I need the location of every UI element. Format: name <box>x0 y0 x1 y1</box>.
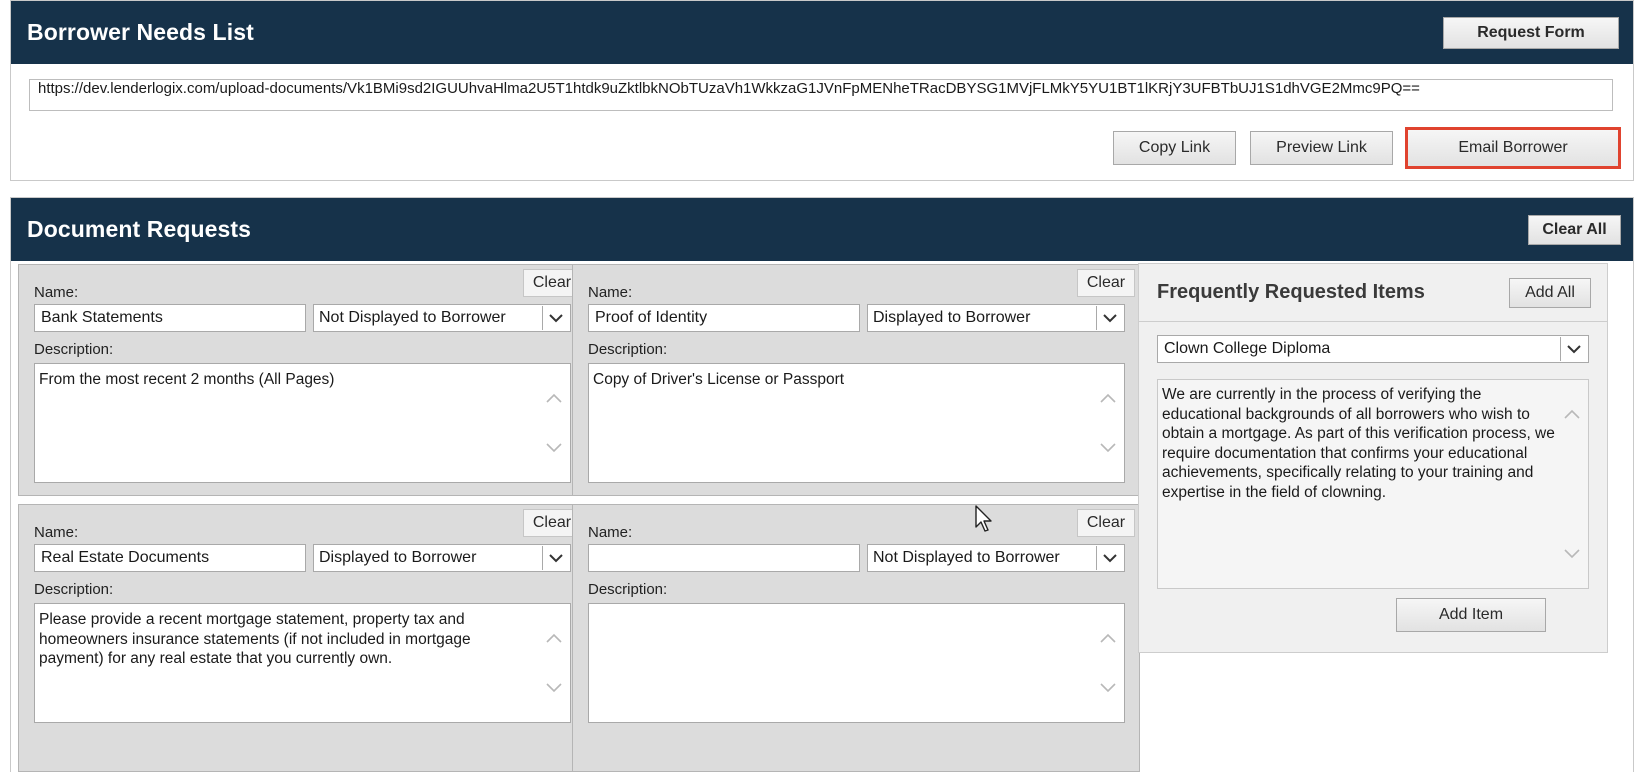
email-borrower-button[interactable]: Email Borrower <box>1405 127 1621 169</box>
scroll-down-icon[interactable] <box>544 678 564 698</box>
visibility-select[interactable]: Not Displayed to Borrower <box>313 304 571 332</box>
visibility-select-value: Not Displayed to Borrower <box>873 549 1060 566</box>
name-label: Name: <box>34 524 79 541</box>
scroll-up-icon[interactable] <box>1562 404 1582 424</box>
borrower-needs-title: Borrower Needs List <box>27 19 254 45</box>
mouse-pointer-icon <box>975 505 995 538</box>
scroll-down-icon[interactable] <box>1562 544 1582 564</box>
chevron-down-icon[interactable] <box>1560 337 1587 361</box>
card-clear-button[interactable]: Clear <box>1077 509 1135 537</box>
description-label: Description: <box>34 341 114 358</box>
card-clear-button[interactable]: Clear <box>1077 269 1135 297</box>
scroll-down-icon[interactable] <box>1098 678 1118 698</box>
link-actions: Copy Link Preview Link Email Borrower <box>1113 127 1621 169</box>
name-label: Name: <box>34 284 79 301</box>
description-text: Copy of Driver's License or Passport <box>593 371 845 388</box>
add-all-button[interactable]: Add All <box>1509 277 1591 308</box>
copy-link-button[interactable]: Copy Link <box>1113 131 1236 165</box>
frequently-requested-header: Frequently Requested Items Add All <box>1139 264 1607 322</box>
borrower-needs-panel: Borrower Needs List Request Form https:/… <box>10 0 1634 181</box>
chevron-down-icon[interactable] <box>542 306 569 330</box>
description-label: Description: <box>588 581 668 598</box>
document-name-input[interactable]: Bank Statements <box>34 304 306 332</box>
frequent-item-description: We are currently in the process of verif… <box>1157 379 1589 589</box>
preview-link-button[interactable]: Preview Link <box>1250 131 1393 165</box>
borrower-needs-header: Borrower Needs List Request Form <box>11 1 1633 64</box>
visibility-select-value: Not Displayed to Borrower <box>319 309 506 326</box>
description-textarea[interactable]: From the most recent 2 months (All Pages… <box>34 363 571 483</box>
description-label: Description: <box>588 341 668 358</box>
chevron-down-icon[interactable] <box>542 546 569 570</box>
visibility-select[interactable]: Displayed to Borrower <box>867 304 1125 332</box>
visibility-select[interactable]: Not Displayed to Borrower <box>867 544 1125 572</box>
scroll-up-icon[interactable] <box>544 628 564 648</box>
upload-link-field[interactable]: https://dev.lenderlogix.com/upload-docum… <box>29 79 1613 111</box>
frequently-requested-title: Frequently Requested Items <box>1157 281 1425 303</box>
frequent-item-select[interactable]: Clown College Diploma <box>1157 335 1589 363</box>
document-requests-title: Document Requests <box>27 216 252 242</box>
description-text: From the most recent 2 months (All Pages… <box>39 371 335 388</box>
frequent-item-select-value: Clown College Diploma <box>1164 340 1331 357</box>
description-textarea[interactable]: Copy of Driver's License or Passport <box>588 363 1125 483</box>
scroll-up-icon[interactable] <box>1098 388 1118 408</box>
document-name-input[interactable]: Real Estate Documents <box>34 544 306 572</box>
scroll-down-icon[interactable] <box>544 438 564 458</box>
document-request-card: Clear Name: Proof of Identity Displayed … <box>572 264 1140 496</box>
frequently-requested-panel: Frequently Requested Items Add All Clown… <box>1138 263 1608 653</box>
request-form-button[interactable]: Request Form <box>1443 16 1619 49</box>
description-textarea[interactable]: Please provide a recent mortgage stateme… <box>34 603 571 723</box>
clear-all-button[interactable]: Clear All <box>1528 214 1621 245</box>
document-requests-header: Document Requests Clear All <box>11 198 1633 261</box>
description-label: Description: <box>34 581 114 598</box>
visibility-select[interactable]: Displayed to Borrower <box>313 544 571 572</box>
scroll-down-icon[interactable] <box>1098 438 1118 458</box>
document-name-input[interactable] <box>588 544 860 572</box>
chevron-down-icon[interactable] <box>1096 306 1123 330</box>
chevron-down-icon[interactable] <box>1096 546 1123 570</box>
description-text: Please provide a recent mortgage stateme… <box>39 611 471 667</box>
description-textarea[interactable] <box>588 603 1125 723</box>
document-request-card: Clear Name: Real Estate Documents Displa… <box>18 504 586 772</box>
scroll-up-icon[interactable] <box>1098 628 1118 648</box>
document-name-input[interactable]: Proof of Identity <box>588 304 860 332</box>
name-label: Name: <box>588 524 633 541</box>
scroll-up-icon[interactable] <box>544 388 564 408</box>
frequent-item-description-text: We are currently in the process of verif… <box>1162 386 1555 501</box>
add-item-button[interactable]: Add Item <box>1396 598 1546 632</box>
document-request-card: Clear Name: Bank Statements Not Displaye… <box>18 264 586 496</box>
name-label: Name: <box>588 284 633 301</box>
visibility-select-value: Displayed to Borrower <box>319 549 477 566</box>
document-request-card: Clear Name: Not Displayed to Borrower De… <box>572 504 1140 772</box>
visibility-select-value: Displayed to Borrower <box>873 309 1031 326</box>
